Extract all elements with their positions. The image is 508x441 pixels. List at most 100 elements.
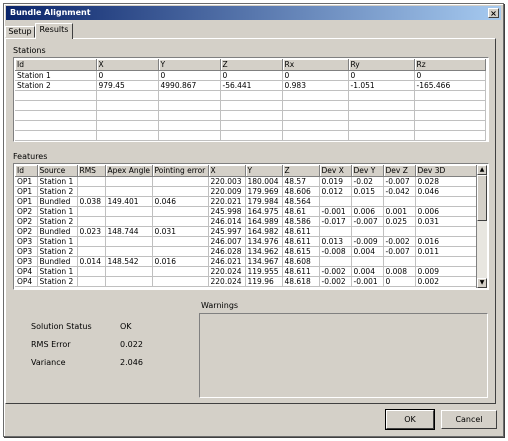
scroll-down-button[interactable]: ▼ — [477, 278, 487, 288]
table-row[interactable]: OP3 Station 1 246.007 134.976 48.611 0.013 -0.… — [15, 236, 478, 247]
scroll-up-button[interactable]: ▲ — [477, 165, 487, 175]
column-header[interactable]: Pointing error — [152, 165, 209, 177]
table-cell — [414, 90, 486, 101]
column-header[interactable]: Dev X — [319, 165, 352, 177]
stations-label: Stations — [13, 46, 46, 55]
table-row[interactable] — [15, 90, 486, 101]
table-cell: 148.542 — [105, 256, 153, 267]
rms-error-label: RMS Error — [31, 340, 71, 349]
table-cell — [319, 196, 352, 207]
table-cell: -1.051 — [348, 80, 415, 91]
table-row[interactable]: Station 1000000 — [15, 70, 486, 81]
table-row[interactable] — [15, 110, 486, 121]
table-row[interactable]: OP2 Station 1 245.998 164.975 48.61 -0.001 0.0… — [15, 206, 478, 217]
features-scrollbar[interactable]: ▲ ▼ — [476, 165, 487, 288]
table-cell: 48.611 — [282, 226, 320, 237]
cancel-button[interactable]: Cancel — [441, 410, 497, 429]
table-row[interactable]: OP1 Station 2 220.009 179.969 48.606 0.012 0.0… — [15, 186, 478, 197]
column-header[interactable]: X — [96, 59, 159, 71]
table-row[interactable]: OP1 Station 1 220.003 180.004 48.57 0.019 -0.0… — [15, 176, 478, 187]
table-cell: 0.025 — [383, 216, 416, 227]
column-header[interactable]: Y — [158, 59, 221, 71]
tab-results[interactable]: Results — [35, 23, 73, 39]
column-header[interactable]: Ry — [348, 59, 415, 71]
ok-button[interactable]: OK — [385, 409, 435, 430]
table-cell: 134.976 — [245, 236, 283, 247]
column-header[interactable]: Id — [15, 165, 38, 177]
features-grid[interactable]: Id Source RMS Apex Angle Pointing error X Y Z De… — [13, 163, 489, 290]
table-cell — [220, 130, 283, 141]
table-row[interactable] — [15, 100, 486, 111]
table-cell — [348, 90, 415, 101]
table-cell: Station 1 — [37, 206, 78, 217]
table-cell: 164.989 — [245, 216, 283, 227]
column-header[interactable]: Rz — [414, 59, 486, 71]
table-row[interactable]: OP1 Bundled 0.038 149.401 0.046 220.021 179.98… — [15, 196, 478, 207]
column-header[interactable]: Rx — [282, 59, 349, 71]
table-cell — [152, 246, 209, 257]
column-header[interactable]: Dev 3D — [415, 165, 478, 177]
table-row[interactable]: Station 2 979.45 4990.867 -56.441 0.983 -1.05… — [15, 80, 486, 91]
table-row[interactable]: OP3 Station 2 246.028 134.962 48.615 -0.008 0.… — [15, 246, 478, 257]
column-header[interactable]: Dev Z — [383, 165, 416, 177]
stations-grid[interactable]: Id X Y Z Rx Ry Rz Station 1 0 0 0 0 0 0 Station 2 979.… — [13, 57, 489, 142]
column-header[interactable]: X — [208, 165, 246, 177]
table-cell — [105, 206, 153, 217]
table-cell — [77, 246, 106, 257]
column-header[interactable]: Id — [15, 59, 97, 71]
table-cell — [351, 256, 384, 267]
column-header[interactable]: Apex Angle — [105, 165, 153, 177]
table-cell: 0.023 — [77, 226, 106, 237]
table-cell — [348, 130, 415, 141]
table-cell — [158, 130, 221, 141]
window-title: Bundle Alignment — [10, 8, 91, 17]
table-cell — [15, 110, 97, 121]
variance-label: Variance — [31, 358, 66, 367]
table-cell: 0.011 — [415, 246, 478, 257]
table-row[interactable]: OP4 Station 2 220.024 119.96 48.618 -0.002 -0.… — [15, 276, 478, 287]
warnings-label: Warnings — [201, 301, 239, 310]
scroll-thumb[interactable] — [477, 175, 487, 221]
table-cell — [77, 236, 106, 247]
table-cell: 179.969 — [245, 186, 283, 197]
table-row[interactable] — [15, 130, 486, 141]
close-button[interactable]: × — [488, 8, 499, 18]
table-cell: -0.017 — [319, 216, 352, 227]
table-cell: 0 — [383, 276, 416, 287]
table-row[interactable]: OP2 Bundled 0.023 148.744 0.031 245.997 164.98… — [15, 226, 478, 237]
table-cell: 220.009 — [208, 186, 246, 197]
table-cell: 0.031 — [152, 226, 209, 237]
table-cell: -0.001 — [319, 206, 352, 217]
table-row[interactable] — [15, 120, 486, 131]
column-header[interactable]: RMS — [77, 165, 106, 177]
table-cell — [152, 236, 209, 247]
column-header[interactable]: Dev Y — [351, 165, 384, 177]
table-cell: -0.002 — [319, 266, 352, 277]
table-row[interactable]: OP3 Bundled 0.014 148.542 0.016 246.021 134.96… — [15, 256, 478, 267]
column-header[interactable]: Z — [282, 165, 320, 177]
table-row[interactable]: OP2 Station 2 246.014 164.989 48.586 -0.017 -0… — [15, 216, 478, 227]
table-cell: 4990.867 — [158, 80, 221, 91]
table-cell — [105, 176, 153, 187]
table-cell — [348, 100, 415, 111]
table-cell: 148.744 — [105, 226, 153, 237]
table-cell: 220.024 — [208, 276, 246, 287]
table-cell — [414, 110, 486, 121]
table-cell: 0.009 — [415, 266, 478, 277]
rms-error-value: 0.022 — [120, 340, 143, 349]
column-header[interactable]: Source — [37, 165, 78, 177]
table-cell: 48.615 — [282, 246, 320, 257]
table-cell: 0.002 — [415, 276, 478, 287]
table-cell — [105, 236, 153, 247]
table-row[interactable]: OP4 Station 1 220.024 119.955 48.611 -0.002 0.… — [15, 266, 478, 277]
table-cell — [282, 120, 349, 131]
column-header[interactable]: Z — [220, 59, 283, 71]
table-cell: 48.606 — [282, 186, 320, 197]
table-cell: OP2 — [15, 226, 38, 237]
table-cell: 0.031 — [415, 216, 478, 227]
tab-setup[interactable]: Setup — [5, 26, 35, 38]
table-cell — [77, 186, 106, 197]
column-header[interactable]: Y — [245, 165, 283, 177]
table-cell: 0 — [348, 70, 415, 81]
table-cell — [105, 266, 153, 277]
